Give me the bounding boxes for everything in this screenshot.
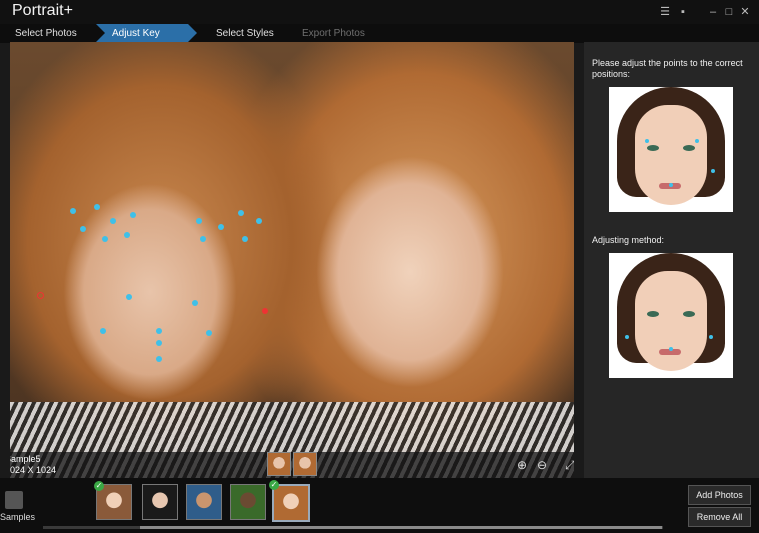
key-point[interactable] bbox=[100, 328, 106, 334]
key-point-hollow[interactable] bbox=[37, 292, 44, 299]
guide-panel: Please adjust the points to the correct … bbox=[584, 42, 759, 478]
face-selector-thumb[interactable] bbox=[293, 452, 317, 476]
key-point[interactable] bbox=[156, 328, 162, 334]
samples-icon[interactable] bbox=[5, 491, 23, 509]
minimize-icon[interactable]: – bbox=[706, 5, 720, 19]
key-point[interactable] bbox=[218, 224, 224, 230]
instruction-text: Please adjust the points to the correct … bbox=[592, 58, 743, 79]
step-select-photos[interactable]: Select Photos bbox=[15, 24, 95, 43]
key-point[interactable] bbox=[102, 236, 108, 242]
key-point[interactable] bbox=[192, 300, 198, 306]
close-icon[interactable]: ✕ bbox=[738, 5, 752, 19]
photo-thumbnail-selected[interactable] bbox=[272, 484, 310, 522]
check-icon: ✓ bbox=[269, 480, 279, 490]
photo-thumbnail[interactable] bbox=[230, 484, 266, 520]
key-point[interactable] bbox=[206, 330, 212, 336]
maximize-icon[interactable]: □ bbox=[722, 5, 736, 19]
reference-face-image bbox=[609, 87, 733, 212]
key-point[interactable] bbox=[130, 212, 136, 218]
step-adjust-key-points[interactable]: Adjust Key Points bbox=[96, 24, 188, 58]
step-bar: Select Photos Adjust Key Points Select S… bbox=[0, 24, 759, 58]
photo-thumbnail[interactable] bbox=[142, 484, 178, 520]
key-point[interactable] bbox=[256, 218, 262, 224]
add-photos-button[interactable]: Add Photos bbox=[688, 485, 751, 505]
key-point[interactable] bbox=[196, 218, 202, 224]
key-point[interactable] bbox=[242, 236, 248, 242]
tray-scrollbar-thumb[interactable] bbox=[140, 526, 662, 529]
key-point[interactable] bbox=[156, 340, 162, 346]
photo-canvas[interactable]: Sample5 1024 X 1024 ⊕ ⊖ ⤢ bbox=[10, 42, 574, 478]
remove-all-button[interactable]: Remove All bbox=[688, 507, 751, 527]
zoom-out-icon[interactable]: ⊖ bbox=[535, 458, 549, 472]
canvas-toolbar bbox=[10, 452, 574, 478]
key-point[interactable] bbox=[200, 236, 206, 242]
face-selector-thumb[interactable] bbox=[267, 452, 291, 476]
key-point[interactable] bbox=[126, 294, 132, 300]
key-point[interactable] bbox=[80, 226, 86, 232]
portrait-photo bbox=[10, 42, 574, 452]
sample-dimensions: 1024 X 1024 bbox=[10, 465, 57, 475]
app-title: Portrait+ bbox=[12, 2, 73, 19]
step-arrow-icon bbox=[188, 24, 197, 42]
key-point[interactable] bbox=[238, 210, 244, 216]
step-export-photos: Export Photos bbox=[302, 28, 365, 39]
sample-name: Sample5 bbox=[10, 454, 41, 464]
chat-icon[interactable]: ▪ bbox=[676, 5, 690, 19]
method-face-image bbox=[609, 253, 733, 378]
key-point-selected[interactable] bbox=[262, 308, 268, 314]
method-label: Adjusting method: bbox=[592, 235, 665, 245]
key-point[interactable] bbox=[124, 232, 130, 238]
fit-screen-icon[interactable]: ⤢ bbox=[563, 458, 574, 472]
samples-label[interactable]: Samples bbox=[0, 512, 35, 522]
step-select-styles[interactable]: Select Styles bbox=[216, 24, 286, 43]
zoom-in-icon[interactable]: ⊕ bbox=[515, 458, 529, 472]
key-point[interactable] bbox=[70, 208, 76, 214]
key-point[interactable] bbox=[94, 204, 100, 210]
check-icon: ✓ bbox=[94, 481, 104, 491]
list-icon[interactable]: ☰ bbox=[658, 5, 672, 19]
step-arrow-icon bbox=[96, 24, 105, 42]
title-bar: Portrait+ ☰ ▪ – □ ✕ bbox=[0, 0, 759, 25]
key-point[interactable] bbox=[110, 218, 116, 224]
key-point[interactable] bbox=[156, 356, 162, 362]
photo-thumbnail[interactable] bbox=[186, 484, 222, 520]
